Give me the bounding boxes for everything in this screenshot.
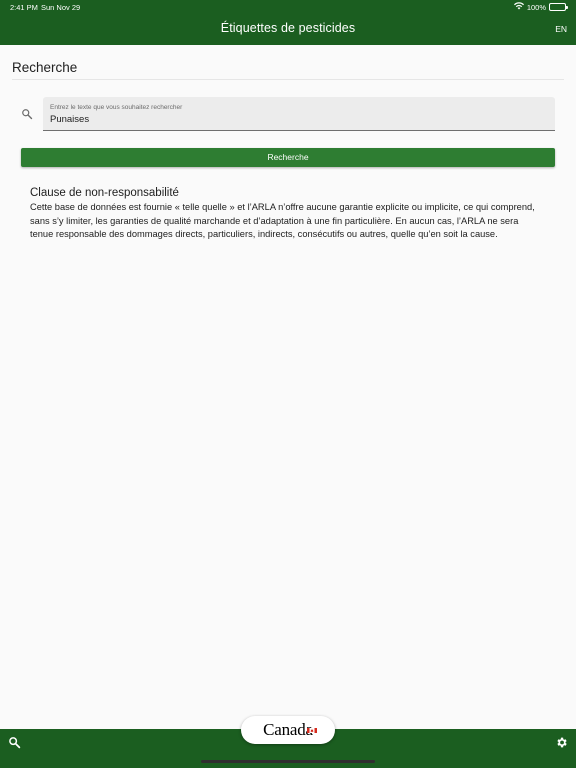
disclaimer-text: Cette base de données est fournie « tell… — [30, 202, 535, 239]
search-icon — [21, 107, 33, 120]
disclaimer-title: Clause de non-responsabilité — [30, 187, 179, 199]
search-button[interactable]: Recherche — [21, 148, 555, 167]
app-bar: 2:41 PM Sun Nov 29 100% Étiquettes de pe… — [0, 0, 576, 45]
wifi-icon — [513, 2, 524, 12]
section-title: Recherche — [12, 60, 78, 75]
language-toggle-button[interactable]: EN — [555, 24, 567, 34]
gear-icon[interactable] — [555, 736, 568, 749]
status-right: 100% — [513, 2, 568, 12]
status-date: Sun Nov 29 — [41, 3, 81, 12]
battery-percent: 100% — [526, 2, 546, 12]
app-screen: 2:41 PM Sun Nov 29 100% Étiquettes de pe… — [0, 0, 576, 768]
search-field-label: Entrez le texte que vous souhaitez reche… — [50, 104, 183, 111]
page-title: Étiquettes de pesticides — [220, 21, 356, 35]
search-input[interactable] — [50, 113, 540, 126]
search-icon[interactable] — [8, 736, 21, 749]
canada-flag-icon — [307, 720, 317, 733]
search-field[interactable]: Entrez le texte que vous souhaitez reche… — [43, 97, 555, 131]
status-time: 2:41 PM — [10, 3, 38, 12]
divider — [12, 79, 564, 80]
canada-wordmark: Canada — [241, 716, 335, 744]
home-indicator — [201, 760, 375, 763]
canada-wordmark-text: Canada — [263, 720, 313, 739]
battery-icon — [549, 3, 568, 11]
status-bar: 2:41 PM Sun Nov 29 100% — [0, 0, 576, 14]
